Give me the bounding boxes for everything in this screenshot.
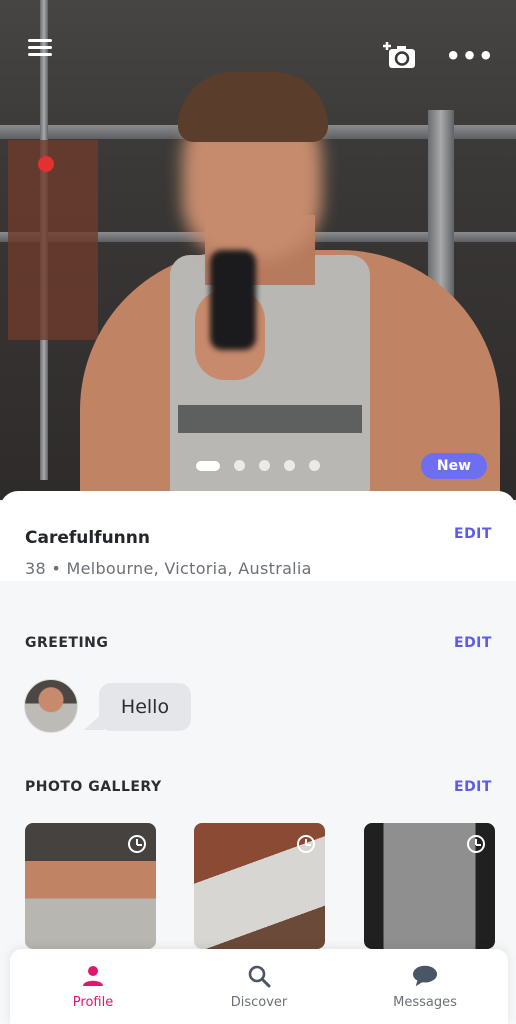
gallery-photo[interactable] (364, 823, 495, 949)
new-badge: New (421, 453, 487, 479)
edit-gallery-button[interactable]: EDIT (454, 779, 492, 795)
nav-item-profile[interactable]: Profile (10, 949, 176, 1024)
nav-item-messages[interactable]: Messages (342, 949, 508, 1024)
clock-icon (297, 835, 315, 853)
photo-subject (210, 250, 256, 350)
photo-gallery-title: PHOTO GALLERY (25, 779, 162, 795)
menu-icon[interactable] (24, 36, 58, 62)
nav-item-discover[interactable]: Discover (176, 949, 342, 1024)
carousel-dot[interactable] (234, 460, 245, 471)
add-photo-icon[interactable] (380, 38, 420, 72)
carousel-dot[interactable] (259, 460, 270, 471)
bottom-navigation: Profile Discover Messages (10, 949, 508, 1024)
greeting-title: GREETING (25, 635, 109, 651)
carousel-dot[interactable] (196, 460, 220, 471)
top-bar: ••• (0, 0, 516, 90)
photo-subject (178, 405, 362, 433)
profile-summary: Carefulfunnn 38 • Melbourne, Victoria, A… (0, 491, 516, 581)
nav-label: Profile (72, 995, 114, 1010)
photo-background (8, 140, 98, 340)
gallery-photo[interactable] (25, 823, 156, 949)
carousel-indicator (196, 460, 320, 471)
profile-age-location: 38 • Melbourne, Victoria, Australia (25, 559, 312, 578)
search-icon (246, 963, 272, 989)
person-icon (80, 963, 106, 989)
gallery-photo[interactable] (194, 823, 325, 949)
clock-icon (467, 835, 485, 853)
profile-username: Carefulfunnn (25, 528, 150, 548)
clock-icon (128, 835, 146, 853)
profile-photo-carousel[interactable]: ••• New (0, 0, 516, 500)
more-options-icon[interactable]: ••• (445, 42, 493, 70)
carousel-dot[interactable] (284, 460, 295, 471)
carousel-dot[interactable] (309, 460, 320, 471)
photo-background (38, 156, 54, 172)
photo-subject (170, 255, 370, 495)
chat-bubble-icon (412, 963, 438, 989)
edit-profile-button[interactable]: EDIT (454, 526, 492, 542)
edit-greeting-button[interactable]: EDIT (454, 635, 492, 651)
nav-label: Messages (393, 995, 457, 1010)
greeting-message: Hello (99, 683, 191, 731)
nav-label: Discover (230, 995, 288, 1010)
avatar (24, 679, 78, 733)
